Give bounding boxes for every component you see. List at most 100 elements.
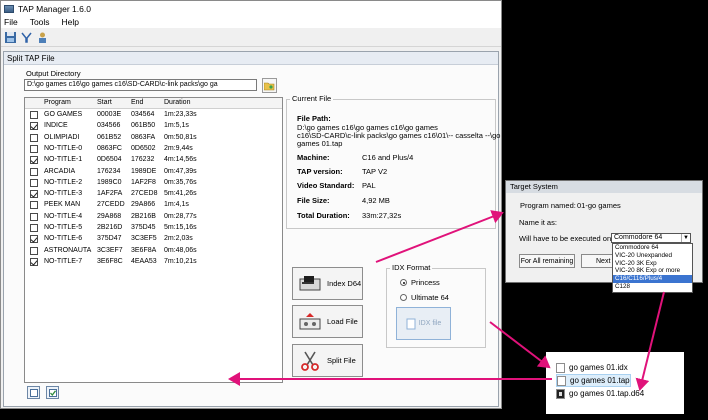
row-checkbox[interactable] [30,190,38,199]
toolbar [1,28,501,47]
end-cell: 034564 [131,111,155,118]
col-duration[interactable]: Duration [164,99,190,106]
row-checkbox[interactable] [30,201,38,210]
menu-bar: File Tools Help [1,16,501,28]
option-commodore-64[interactable]: Commodore 64 [613,244,692,252]
row-checkbox[interactable] [30,212,38,221]
table-row[interactable]: ASTRONAUTA 3C3EF7 3E6F8A 0m:48,06s [25,246,282,257]
start-cell: 061B52 [97,133,122,141]
disk-image-icon [556,388,565,399]
table-row[interactable]: ARCADIA 176234 1989DE 0m:47,39s [25,167,282,178]
app-icon [4,4,14,13]
table-row[interactable]: GO GAMES 00003E 034564 1m:23,33s [25,110,282,121]
executed-on-label: Will have to be executed on a: [519,234,620,243]
file-d64[interactable]: go games 01.tap.d64 [556,387,644,400]
start-cell: 0863FC [97,144,122,152]
menu-tools[interactable]: Tools [30,17,50,27]
load-file-button[interactable]: Load File [292,305,363,338]
start-cell: 1AF2FA [97,190,123,198]
idx-file-label: IDX file [418,320,442,327]
program-cell: ARCADIA [44,167,76,175]
duration-cell: 0m:35,76s [164,178,197,186]
target-system-selected: Commodore 64 [614,234,663,241]
option-vic20-3k[interactable]: VIC-20 3K Exp [613,260,692,268]
file-size-value: 4,92 MB [362,196,390,205]
scissors-icon [301,351,319,371]
row-checkbox[interactable] [30,178,38,187]
select-all-button[interactable] [46,386,59,399]
row-checkbox[interactable] [30,224,38,232]
deselect-all-button[interactable] [27,386,40,399]
duration-cell: 0m:47,39s [164,167,197,175]
output-directory-field[interactable]: D:\go games c16\go games c16\SD-CARD\c-l… [24,79,257,91]
tools-button[interactable] [19,30,34,45]
table-row[interactable]: NO-TITLE-7 3E6F8C 4EAA53 7m:10,21s [25,257,282,268]
person-button[interactable] [35,30,50,45]
option-c128[interactable]: C128 [613,283,692,291]
row-checkbox[interactable] [30,257,38,266]
row-checkbox[interactable] [30,133,38,142]
menu-file[interactable]: File [4,17,18,27]
table-row[interactable]: NO-TITLE-6 375D47 3C3EF5 2m:2,03s [25,234,282,245]
program-cell: OLIMPIADI [44,133,80,141]
row-checkbox[interactable] [30,167,38,176]
split-file-label: Split File [327,356,356,365]
load-tape-icon [299,312,321,329]
table-row[interactable]: NO-TITLE-3 1AF2FA 27CED8 5m:41,26s [25,189,282,200]
duration-cell: 2m:9,44s [164,144,193,152]
current-file-title: Current File [290,94,334,103]
machine-label: Machine: [297,153,330,162]
col-end[interactable]: End [131,99,143,106]
table-row[interactable]: PEEK MAN 27CEDD 29A866 1m:4,1s [25,200,282,211]
duration-cell: 5m:15,16s [164,224,197,231]
program-named-label: Program named: [520,201,576,210]
save-tap-button[interactable] [3,30,18,45]
end-cell: 3E6F8A [131,246,157,254]
browse-folder-button[interactable] [262,78,277,93]
file-path-label: File Path: [297,114,331,123]
file-idx[interactable]: go games 01.idx [556,361,628,374]
princess-radio[interactable] [400,279,407,286]
row-checkbox[interactable] [30,235,38,244]
table-row[interactable]: NO-TITLE-0 0863FC 0D6502 2m:9,44s [25,144,282,155]
row-checkbox[interactable] [30,122,38,131]
menu-help[interactable]: Help [62,17,79,27]
total-duration-label: Total Duration: [297,211,350,220]
chevron-down-icon[interactable]: ▼ [681,234,690,242]
duration-cell: 4m:14,56s [164,156,197,164]
option-vic20-8k[interactable]: VIC-20 8K Exp or more [613,267,692,275]
option-vic20-unexpanded[interactable]: VIC-20 Unexpanded [613,252,692,260]
index-d64-button[interactable]: Index D64 [292,267,363,300]
table-row[interactable]: INDICE 034566 061B50 1m:5,1s [25,121,282,132]
tap-file-icon [557,375,566,386]
table-row[interactable]: NO-TITLE-1 0D6504 176232 4m:14,56s [25,155,282,166]
row-checkbox[interactable] [30,111,38,119]
table-row[interactable]: OLIMPIADI 061B52 0863FA 0m:50,81s [25,133,282,144]
panel-title: Split TAP File [4,52,498,65]
end-cell: 3C3EF5 [131,235,157,243]
row-checkbox[interactable] [30,156,38,165]
file-size-label: File Size: [297,196,330,205]
program-cell: NO-TITLE-5 [44,224,83,231]
col-program[interactable]: Program [44,99,71,106]
table-row[interactable]: NO-TITLE-2 1989C0 1AF2F8 0m:35,76s [25,178,282,189]
table-row[interactable]: NO-TITLE-4 29A868 2B216B 0m:28,77s [25,212,282,223]
princess-label: Princess [411,278,440,287]
duration-cell: 7m:10,21s [164,257,197,265]
target-system-select[interactable]: Commodore 64 ▼ [611,233,691,243]
row-checkbox[interactable] [30,246,38,255]
col-start[interactable]: Start [97,99,112,106]
split-file-button[interactable]: Split File [292,344,363,377]
end-cell: 29A866 [131,201,156,209]
file-tap[interactable]: go games 01.tap [556,374,631,387]
ultimate64-radio[interactable] [400,294,407,301]
for-all-remaining-button[interactable]: For All remaining [519,254,575,268]
start-cell: 0D6504 [97,156,122,164]
next-button[interactable]: Next [581,254,613,268]
option-c16-plus4[interactable]: C16/C116/Plus/4 [613,275,692,283]
program-list[interactable]: Program Start End Duration GO GAMES 00003… [24,97,283,383]
row-checkbox[interactable] [30,144,38,153]
idx-file-button[interactable]: IDX file [396,307,451,340]
name-it-as-label: Name it as: [519,218,557,227]
table-row[interactable]: NO-TITLE-5 2B216D 375D45 5m:15,16s [25,223,282,234]
